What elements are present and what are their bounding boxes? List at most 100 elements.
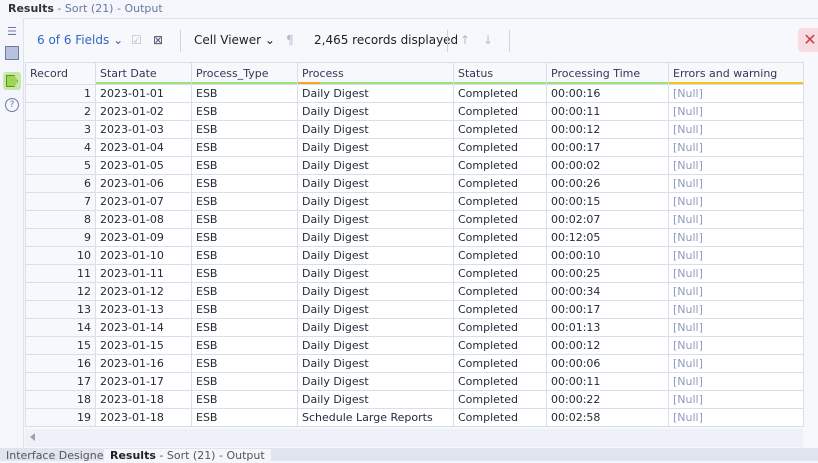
table-row[interactable]: 3 2023-01-03 ESB Daily Digest Completed 00:00… <box>25 120 804 139</box>
table-cell[interactable]: [Null] <box>668 354 804 373</box>
close-icon[interactable]: ✕ <box>798 28 818 52</box>
table-cell[interactable]: 00:00:11 <box>546 372 669 391</box>
table-cell[interactable]: ESB <box>191 210 298 229</box>
table-row[interactable]: 11 2023-01-11 ESB Daily Digest Completed 00:0… <box>25 264 804 283</box>
table-cell[interactable]: 2023-01-05 <box>95 156 192 175</box>
table-row[interactable]: 1 2023-01-01 ESB Daily Digest Completed 00:00… <box>25 84 804 103</box>
table-cell[interactable]: 00:00:11 <box>546 102 669 121</box>
table-cell[interactable]: Daily Digest <box>297 174 454 193</box>
table-cell[interactable]: 2023-01-04 <box>95 138 192 157</box>
table-cell[interactable]: 00:00:22 <box>546 390 669 409</box>
table-cell[interactable]: [Null] <box>668 210 804 229</box>
table-cell[interactable]: Completed <box>453 120 547 139</box>
table-cell[interactable]: ESB <box>191 300 298 319</box>
table-cell[interactable]: Daily Digest <box>297 264 454 283</box>
list-icon[interactable]: ☰ <box>5 25 19 39</box>
table-row[interactable]: 5 2023-01-05 ESB Daily Digest Completed 00:00… <box>25 156 804 175</box>
record-number[interactable]: 16 <box>25 354 96 373</box>
table-cell[interactable]: [Null] <box>668 120 804 139</box>
table-cell[interactable]: ESB <box>191 282 298 301</box>
table-cell[interactable]: Completed <box>453 300 547 319</box>
table-cell[interactable]: Completed <box>453 336 547 355</box>
table-cell[interactable]: 00:00:34 <box>546 282 669 301</box>
column-header[interactable]: Start Date <box>95 62 192 85</box>
record-number[interactable]: 15 <box>25 336 96 355</box>
column-header[interactable]: Errors and warning <box>668 62 804 85</box>
record-number[interactable]: 1 <box>25 84 96 103</box>
table-cell[interactable]: 2023-01-13 <box>95 300 192 319</box>
table-cell[interactable]: Completed <box>453 228 547 247</box>
table-cell[interactable]: ESB <box>191 408 298 427</box>
table-cell[interactable]: Daily Digest <box>297 336 454 355</box>
table-cell[interactable]: Daily Digest <box>297 156 454 175</box>
table-cell[interactable]: ESB <box>191 156 298 175</box>
table-cell[interactable]: 00:00:12 <box>546 120 669 139</box>
data-tag-icon[interactable] <box>3 72 21 90</box>
table-cell[interactable]: Completed <box>453 282 547 301</box>
table-cell[interactable]: Completed <box>453 372 547 391</box>
table-row[interactable]: 10 2023-01-10 ESB Daily Digest Completed 00:0… <box>25 246 804 265</box>
table-cell[interactable]: Completed <box>453 84 547 103</box>
table-cell[interactable]: 2023-01-17 <box>95 372 192 391</box>
table-cell[interactable]: 2023-01-10 <box>95 246 192 265</box>
fields-dropdown[interactable]: 6 of 6 Fields ⌄ <box>37 32 123 48</box>
column-header[interactable]: Record <box>25 62 96 85</box>
table-cell[interactable]: [Null] <box>668 282 804 301</box>
table-cell[interactable]: 2023-01-01 <box>95 84 192 103</box>
column-header[interactable]: Process <box>297 62 454 85</box>
table-row[interactable]: 15 2023-01-15 ESB Daily Digest Completed 00:0… <box>25 336 804 355</box>
select-all-icon[interactable]: ☑ <box>131 32 142 48</box>
table-cell[interactable]: 2023-01-16 <box>95 354 192 373</box>
record-number[interactable]: 4 <box>25 138 96 157</box>
table-cell[interactable]: Daily Digest <box>297 210 454 229</box>
table-cell[interactable]: 2023-01-11 <box>95 264 192 283</box>
record-number[interactable]: 9 <box>25 228 96 247</box>
table-row[interactable]: 4 2023-01-04 ESB Daily Digest Completed 00:00… <box>25 138 804 157</box>
table-cell[interactable]: ESB <box>191 246 298 265</box>
table-cell[interactable]: 00:00:17 <box>546 138 669 157</box>
table-cell[interactable]: ESB <box>191 120 298 139</box>
arrow-down-icon[interactable]: ↓ <box>483 32 493 48</box>
table-cell[interactable]: [Null] <box>668 192 804 211</box>
table-cell[interactable]: Daily Digest <box>297 228 454 247</box>
table-row[interactable]: 14 2023-01-14 ESB Daily Digest Completed 00:0… <box>25 318 804 337</box>
table-cell[interactable]: ESB <box>191 336 298 355</box>
table-cell[interactable]: 2023-01-18 <box>95 390 192 409</box>
table-cell[interactable]: Completed <box>453 318 547 337</box>
table-cell[interactable]: Completed <box>453 102 547 121</box>
table-cell[interactable]: 2023-01-03 <box>95 120 192 139</box>
table-cell[interactable]: ESB <box>191 174 298 193</box>
table-cell[interactable]: 2023-01-18 <box>95 408 192 427</box>
table-cell[interactable]: 2023-01-08 <box>95 210 192 229</box>
record-number[interactable]: 18 <box>25 390 96 409</box>
table-cell[interactable]: Daily Digest <box>297 282 454 301</box>
table-cell[interactable]: 2023-01-06 <box>95 174 192 193</box>
arrow-up-icon[interactable]: ↑ <box>460 32 470 48</box>
table-row[interactable]: 8 2023-01-08 ESB Daily Digest Completed 00:02… <box>25 210 804 229</box>
table-cell[interactable]: [Null] <box>668 84 804 103</box>
table-cell[interactable]: [Null] <box>668 102 804 121</box>
table-cell[interactable]: [Null] <box>668 372 804 391</box>
table-row[interactable]: 17 2023-01-17 ESB Daily Digest Completed 00:0… <box>25 372 804 391</box>
table-cell[interactable]: [Null] <box>668 336 804 355</box>
record-number[interactable]: 13 <box>25 300 96 319</box>
table-cell[interactable]: Daily Digest <box>297 120 454 139</box>
help-icon[interactable]: ? <box>5 98 19 112</box>
table-cell[interactable]: ESB <box>191 264 298 283</box>
record-number[interactable]: 8 <box>25 210 96 229</box>
table-cell[interactable]: 2023-01-12 <box>95 282 192 301</box>
table-cell[interactable]: 2023-01-09 <box>95 228 192 247</box>
table-cell[interactable]: 2023-01-07 <box>95 192 192 211</box>
table-cell[interactable]: Daily Digest <box>297 138 454 157</box>
table-cell[interactable]: Completed <box>453 390 547 409</box>
table-cell[interactable]: Daily Digest <box>297 192 454 211</box>
table-cell[interactable]: Completed <box>453 156 547 175</box>
table-cell[interactable]: [Null] <box>668 408 804 427</box>
record-number[interactable]: 5 <box>25 156 96 175</box>
table-cell[interactable]: Daily Digest <box>297 246 454 265</box>
table-cell[interactable]: [Null] <box>668 264 804 283</box>
record-number[interactable]: 14 <box>25 318 96 337</box>
table-row[interactable]: 2 2023-01-02 ESB Daily Digest Completed 00:00… <box>25 102 804 121</box>
table-cell[interactable]: 2023-01-14 <box>95 318 192 337</box>
table-cell[interactable]: Daily Digest <box>297 102 454 121</box>
